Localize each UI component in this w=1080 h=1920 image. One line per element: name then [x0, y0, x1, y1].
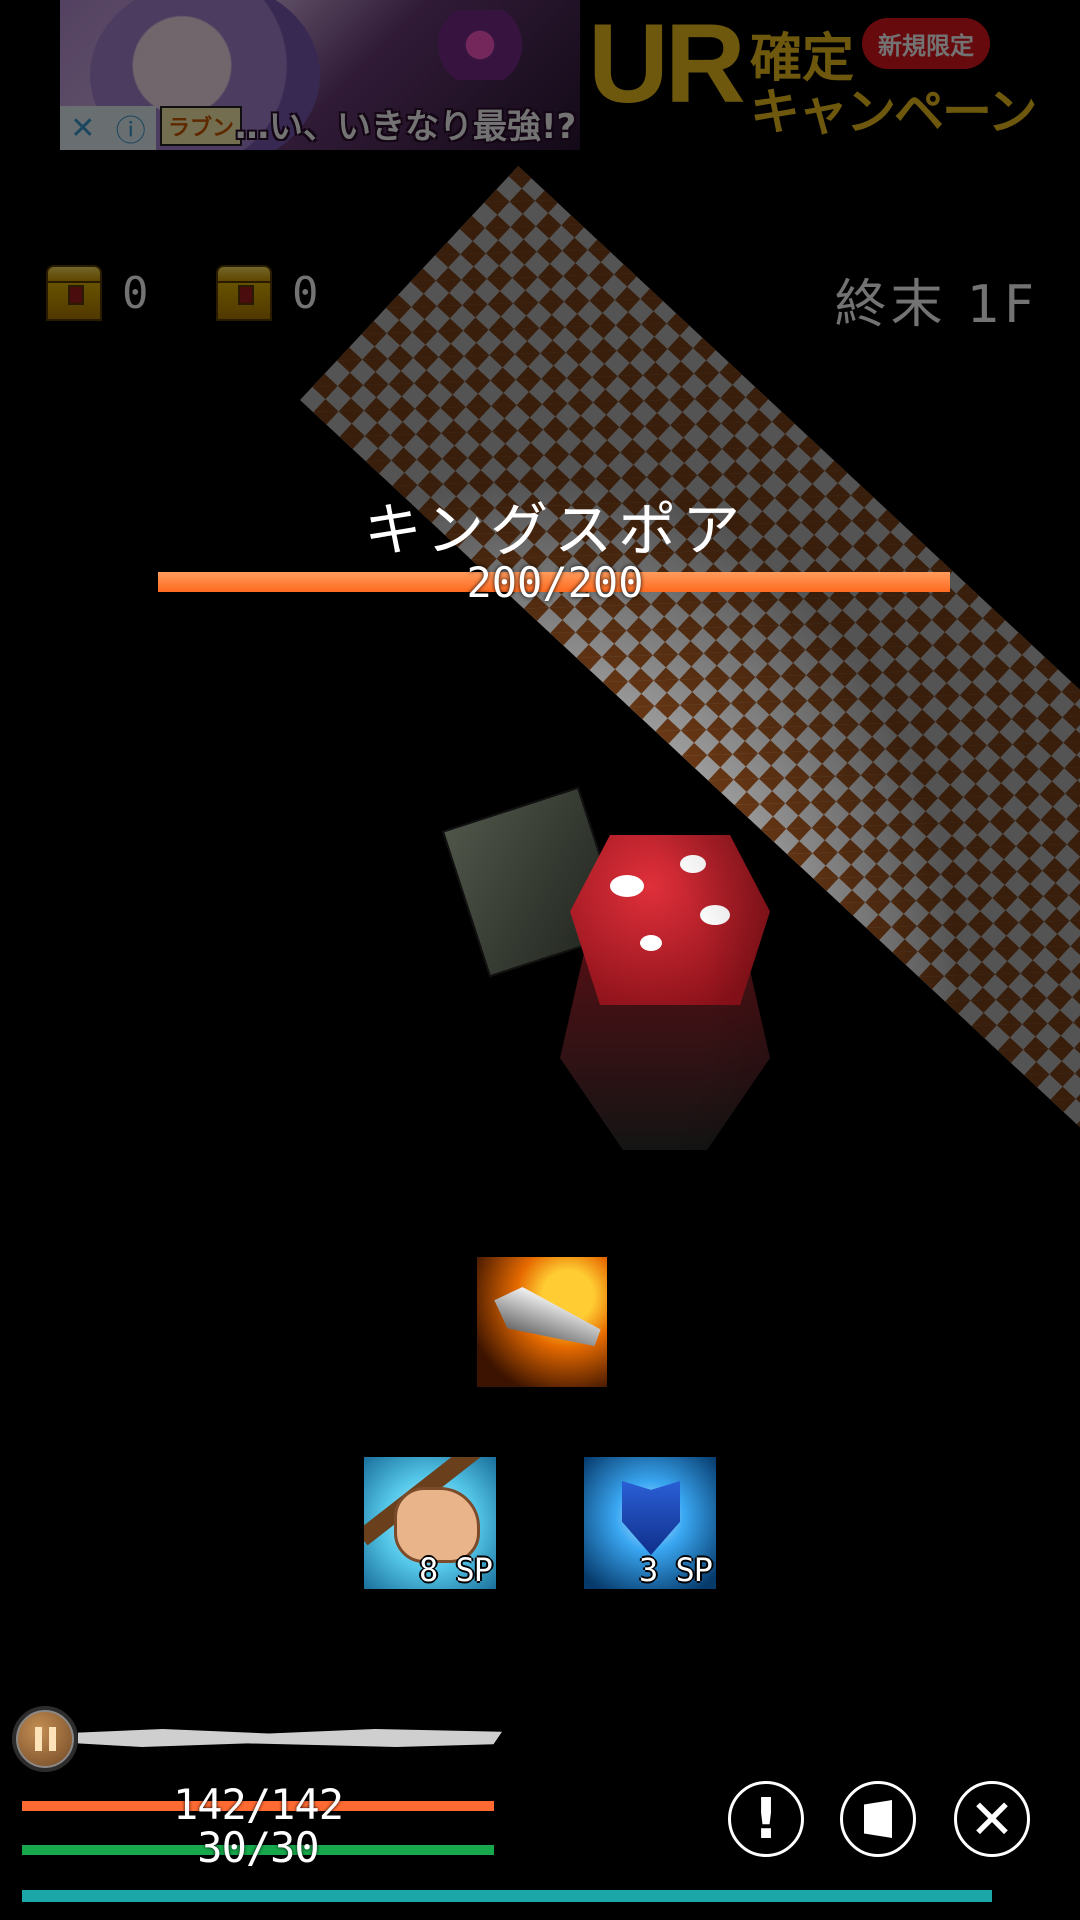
attack-skill-button[interactable] [477, 1257, 607, 1387]
crossed-swords-icon: ✕ [969, 1787, 1015, 1851]
grip-skill-cost: 8 SP [418, 1551, 493, 1589]
gold-chest-count: 0 [122, 268, 149, 319]
ad-artwork[interactable]: ✕ ⓘ ラブン …い、いきなり最強!? [60, 0, 580, 150]
ad-crest-art [420, 10, 540, 80]
info-button[interactable]: ! [728, 1781, 804, 1857]
ad-brand: ラブン [160, 106, 243, 146]
ad-close-icon[interactable]: ✕ [70, 111, 95, 146]
mushroom-spot [610, 875, 644, 897]
king-spore-enemy[interactable] [570, 835, 770, 1005]
floor-label: 終末 1F [834, 275, 1038, 335]
enemy-hp-text: 200/200 [466, 558, 644, 607]
ad-banner[interactable]: ✕ ⓘ ラブン …い、いきなり最強!? UR 確定 キャンペーン 新規限定 [60, 0, 1037, 150]
red-chest-icon [216, 265, 272, 321]
enemy-name: キングスポア [363, 496, 747, 564]
player-sp-text: 30/30 [197, 1823, 319, 1872]
chest-lid [46, 265, 102, 283]
guard-skill-cost: 3 SP [638, 1551, 713, 1589]
experience-bar [22, 1890, 992, 1902]
ad-headline-campaign: キャンペーン [750, 83, 1037, 141]
exclamation-icon: ! [753, 1786, 779, 1852]
floor-progress-bar [78, 1729, 502, 1747]
ad-headline-panel[interactable]: UR 確定 キャンペーン 新規限定 [580, 0, 1037, 150]
ad-badge: 新規限定 [862, 18, 990, 69]
mushroom-spot [700, 905, 730, 925]
chest-lock [238, 285, 254, 305]
ad-info-icon[interactable]: ⓘ [116, 106, 146, 150]
exit-button[interactable] [840, 1781, 916, 1857]
ad-headline-ur: UR [588, 1, 746, 126]
chest-lock [68, 285, 84, 305]
ad-tagline: …い、いきなり最強!? [235, 107, 577, 147]
guard-skill-button[interactable]: 3 SP [584, 1457, 716, 1589]
door-icon [864, 1800, 892, 1838]
battle-button[interactable]: ✕ [954, 1781, 1030, 1857]
pause-button[interactable] [12, 1706, 78, 1772]
shadow-pillar [810, 1080, 1030, 1400]
player-hp-text: 142/142 [172, 1780, 344, 1829]
gold-chest-icon [46, 265, 102, 321]
mushroom-spot [640, 935, 662, 951]
mushroom-spot [680, 855, 706, 873]
chest-lid [216, 265, 272, 283]
ad-controls: ✕ ⓘ [60, 106, 156, 150]
grip-skill-button[interactable]: 8 SP [364, 1457, 496, 1589]
shield-icon [622, 1481, 680, 1555]
red-chest-count: 0 [292, 268, 319, 319]
flaming-blade-icon [487, 1280, 605, 1359]
